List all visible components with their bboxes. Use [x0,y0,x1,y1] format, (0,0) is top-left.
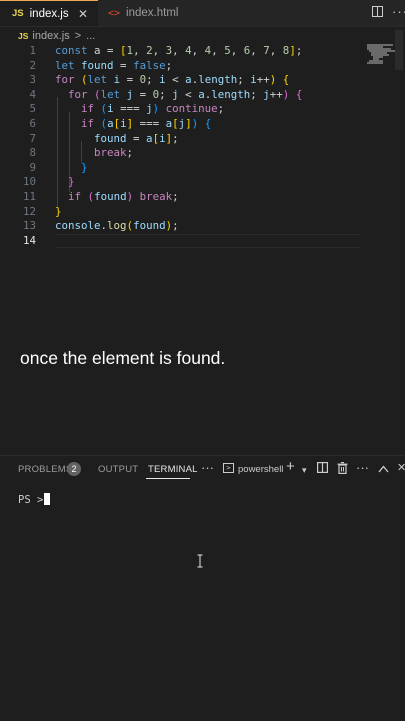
video-caption: once the element is found. [20,348,226,368]
breadcrumb-more[interactable]: ... [86,30,95,42]
line-number: 1 [29,44,36,57]
js-file-icon: JS [12,8,24,19]
mouse-ibeam-cursor [197,554,203,568]
tab-index-html[interactable]: <> index.html [98,0,196,26]
line-number: 9 [29,160,36,174]
code-line: } [81,160,88,174]
line-number: 13 [22,219,36,233]
js-file-icon: JS [18,31,29,41]
code-line: if (found) break; [68,190,179,203]
more-actions-icon[interactable]: ··· [392,4,405,19]
problems-count-badge: 2 [67,462,81,476]
code-line: for (let i = 0; i < a.length; i++) { [55,73,290,87]
split-terminal-icon[interactable] [317,462,329,475]
split-editor-icon[interactable] [372,6,383,17]
code-line: for (let j = 0; j < a.length; j++) { [68,87,303,101]
line-number: 11 [22,190,36,203]
line-number: 6 [29,117,36,130]
code-line: if (i === j) continue; [81,102,225,116]
breadcrumb-separator: > [74,30,82,42]
trash-icon[interactable] [337,462,348,476]
prompt-text: PS > [18,494,44,506]
line-number: 3 [29,73,36,87]
line-number: 14 [22,233,36,247]
line-number: 7 [29,131,36,145]
maximize-panel-icon[interactable] [378,462,389,475]
code-line: let found = false; [55,58,173,72]
code-line: if (a[i] === a[j]) { [81,117,212,130]
code-line: break; [94,146,134,160]
editor-tab-bar: JS index.js ✕ <> index.html ··· [0,0,405,27]
new-terminal-icon[interactable]: + [286,459,295,474]
tab-label: index.js [29,7,69,20]
chevron-down-icon[interactable]: ▾ [302,464,307,477]
tab-output[interactable]: OUTPUT [98,464,138,475]
more-icon[interactable]: ··· [201,461,214,474]
active-tab-indicator [146,478,190,479]
code-line: found = a[i]; [94,131,179,145]
tab-terminal[interactable]: TERMINAL [148,464,198,475]
tab-label: index.html [126,7,179,19]
tab-problems[interactable]: PROBLEMS [18,464,72,475]
line-number: 12 [22,204,36,218]
breadcrumb-file[interactable]: index.js [32,30,69,42]
line-number: 5 [29,102,36,116]
terminal-prompt[interactable]: PS > [18,493,51,506]
code-line: } [55,204,62,218]
line-number: 2 [29,58,36,72]
code-line: } [68,175,75,189]
close-panel-icon[interactable]: ✕ [397,462,405,475]
terminal-icon: > [223,463,234,473]
line-number: 10 [22,175,36,189]
code-line: const a = [1, 2, 3, 4, 4, 5, 6, 7, 8]; [55,44,303,57]
terminal-cursor [44,493,51,505]
tab-index-js[interactable]: JS index.js ✕ [0,0,98,26]
line-number: 8 [29,146,36,160]
shell-name[interactable]: powershell [238,464,283,475]
html-file-icon: <> [108,7,121,19]
close-icon[interactable]: ✕ [78,7,88,21]
code-line: console.log(found); [55,219,179,233]
line-number: 4 [29,87,36,101]
more-icon[interactable]: ··· [356,461,369,474]
code-editor[interactable]: 1 const a = [1, 2, 3, 4, 4, 5, 6, 7, 8]; … [0,44,405,464]
breadcrumb: JS index.js > ... [0,27,405,45]
bottom-panel: PROBLEMS 2 OUTPUT TERMINAL ··· > powersh… [0,455,405,721]
